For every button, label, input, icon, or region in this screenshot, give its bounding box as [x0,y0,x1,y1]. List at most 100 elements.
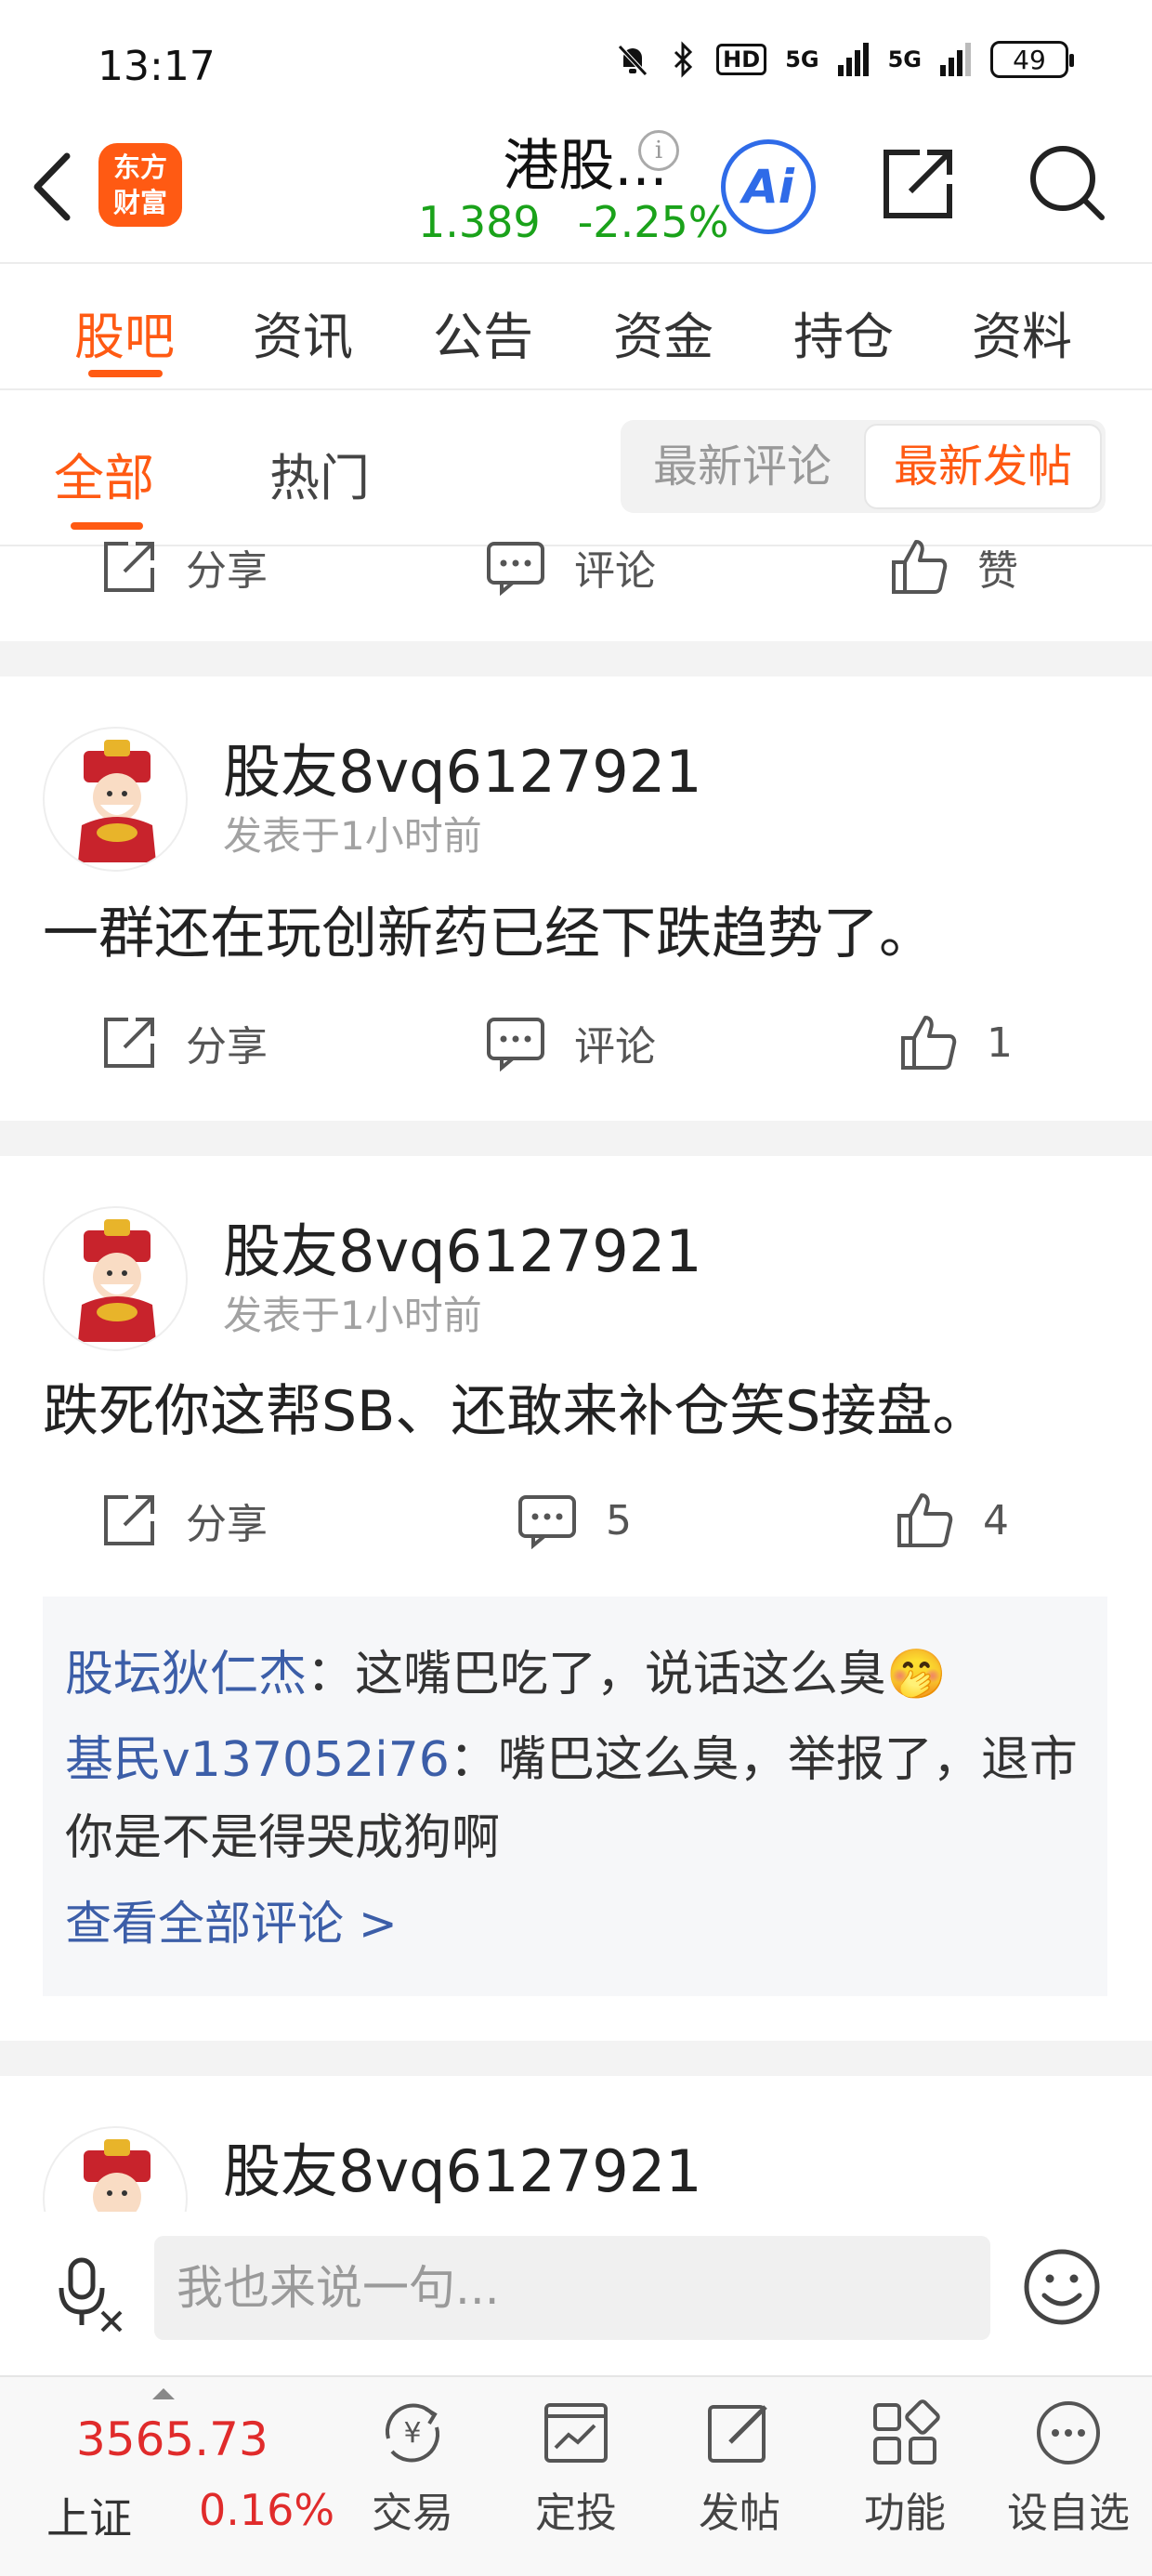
share-icon [104,542,154,592]
post-header[interactable]: 股友8vq6127921 发表于1小时前 [0,716,1152,874]
bluetooth-icon [674,41,693,78]
like-label: 赞 [977,547,1018,595]
thumbs-up-icon [897,1493,953,1547]
tab-funds[interactable]: 资金 [613,296,713,369]
username[interactable]: 股友8vq6127921 [223,1204,702,1288]
main-tab-indicator [88,370,163,377]
status-time: 13:17 [98,43,216,90]
sort-latest-comment[interactable]: 最新评论 [621,420,864,513]
voice-translate-icon[interactable] [54,2254,128,2333]
post-time: 发表于1小时前 [223,813,482,859]
comment-action[interactable]: 5 [517,1474,632,1567]
title-wrap[interactable]: 港股... [409,121,762,202]
signal-bars-icon-2 [940,43,971,76]
share-label: 分享 [186,1501,268,1548]
nav-trade-label: 交易 [372,2490,453,2537]
comment-icon [518,1495,576,1549]
username[interactable]: 股友8vq6127921 [223,725,702,808]
comment-action[interactable]: 评论 [485,996,656,1089]
battery-icon: 49 [990,41,1074,78]
logo-line1: 东方 [112,151,167,183]
caishen-avatar-icon [78,740,156,862]
nav-functions-label: 功能 [864,2490,946,2537]
share-label: 分享 [186,547,268,595]
tab-profile[interactable]: 资料 [972,296,1072,369]
comment-icon [487,1018,544,1071]
back-button[interactable] [26,145,82,229]
ai-button[interactable]: Ai [721,139,816,234]
username[interactable]: 股友8vq6127921 [223,2124,702,2208]
prev-post-actions: 分享 评论 赞 [0,520,1152,613]
comment-input-bar [0,2212,1152,2370]
signal-bars-icon-1 [837,43,869,76]
mute-bell-icon [618,45,648,76]
logo-line2: 财富 [112,187,167,218]
nav-functions[interactable]: 功能 [831,2396,979,2563]
subtab-hot[interactable]: 热门 [269,437,370,510]
avatar[interactable] [43,1206,188,1351]
comment-icon [487,542,544,596]
view-all-comments-link[interactable]: 查看全部评论 > [65,1886,398,1953]
post-time: 发表于1小时前 [223,1293,482,1338]
info-icon[interactable]: i [638,130,679,171]
post-actions: 分享 评论 1 [0,996,1152,1089]
search-button[interactable] [1022,138,1111,227]
comments-preview[interactable]: 股坛狄仁杰：这嘴巴吃了，说话这么臭🤭 基民v137052i76：嘴巴这么臭，举报… [43,1597,1107,1996]
comment-action[interactable]: 评论 [485,520,656,613]
svg-text:¥: ¥ [403,2417,421,2450]
fixed-invest-icon [544,2403,608,2463]
like-count: 4 [983,1496,1009,1544]
comment-label: 评论 [574,1023,656,1071]
like-action[interactable]: 赞 [888,520,1018,613]
price-line: 1.389 -2.25% [418,197,766,247]
avatar[interactable] [43,2126,188,2212]
comment-item[interactable]: 基民v137052i76：嘴巴这么臭，举报了，退市你是不是得哭成狗啊 [65,1721,1087,1877]
tab-guba[interactable]: 股吧 [74,296,175,369]
more-circle-icon [1037,2401,1100,2464]
index-change[interactable]: 0.16% [199,2485,334,2535]
commenter-name[interactable]: 基民v137052i76 [65,1732,450,1788]
post-text[interactable]: 一群还在玩创新药已经下跌趋势了。 [43,888,935,969]
commenter-name[interactable]: 股坛狄仁杰 [65,1647,307,1702]
caishen-avatar-icon [78,1219,156,1342]
tab-news[interactable]: 资讯 [253,296,353,369]
comment-count: 5 [606,1496,632,1544]
functions-grid-icon [873,2399,940,2464]
status-icons: HD 5G 5G 49 [614,41,1074,78]
comment-input[interactable] [154,2236,990,2340]
post-header[interactable]: 股友8vq6127921 发表于1小时前 [0,1195,1152,1353]
signal-5g-icon-1: 5G [785,46,819,72]
like-action[interactable]: 1 [897,996,1013,1089]
index-caret-icon [152,2388,175,2399]
share-button[interactable] [873,139,962,229]
nav-post[interactable]: 发帖 [665,2396,814,2563]
share-action[interactable]: 分享 [100,996,268,1089]
post-edit-icon [708,2405,767,2463]
post-header[interactable]: 股友8vq6127921 [0,2115,1152,2212]
nav-fixed-invest[interactable]: 定投 [502,2396,650,2563]
tab-holdings[interactable]: 持仓 [793,296,894,369]
sort-latest-post[interactable]: 最新发帖 [864,424,1102,509]
avatar[interactable] [43,727,188,872]
tab-announcements[interactable]: 公告 [433,296,533,369]
share-action[interactable]: 分享 [100,520,268,613]
app-logo[interactable]: 东方 财富 [98,143,182,227]
emoji-icon[interactable] [1022,2247,1102,2327]
nav-trade[interactable]: ¥ 交易 [338,2396,487,2563]
separator-band [0,2041,1152,2076]
index-name[interactable]: 上证 [46,2485,132,2546]
thumbs-up-icon [901,1016,957,1070]
index-value[interactable]: 3565.73 [76,2412,268,2466]
comment-text: ：这嘴巴吃了，说话这么臭🤭 [307,1647,947,1702]
comment-label: 评论 [574,547,656,595]
share-icon [104,1495,154,1545]
like-action[interactable]: 4 [894,1474,1009,1567]
share-action[interactable]: 分享 [100,1474,268,1567]
signal-5g-icon-2: 5G [887,46,922,72]
header: 东方 财富 港股... i 1.389 -2.25% Ai [0,112,1152,260]
post-text[interactable]: 跌死你这帮SB、还敢来补仓笑S接盘。 [43,1366,988,1447]
nav-watchlist[interactable]: 设自选 [994,2396,1143,2563]
like-count: 1 [987,1019,1013,1067]
subtab-all[interactable]: 全部 [54,437,154,510]
comment-item[interactable]: 股坛狄仁杰：这嘴巴吃了，说话这么臭🤭 [65,1636,1087,1714]
